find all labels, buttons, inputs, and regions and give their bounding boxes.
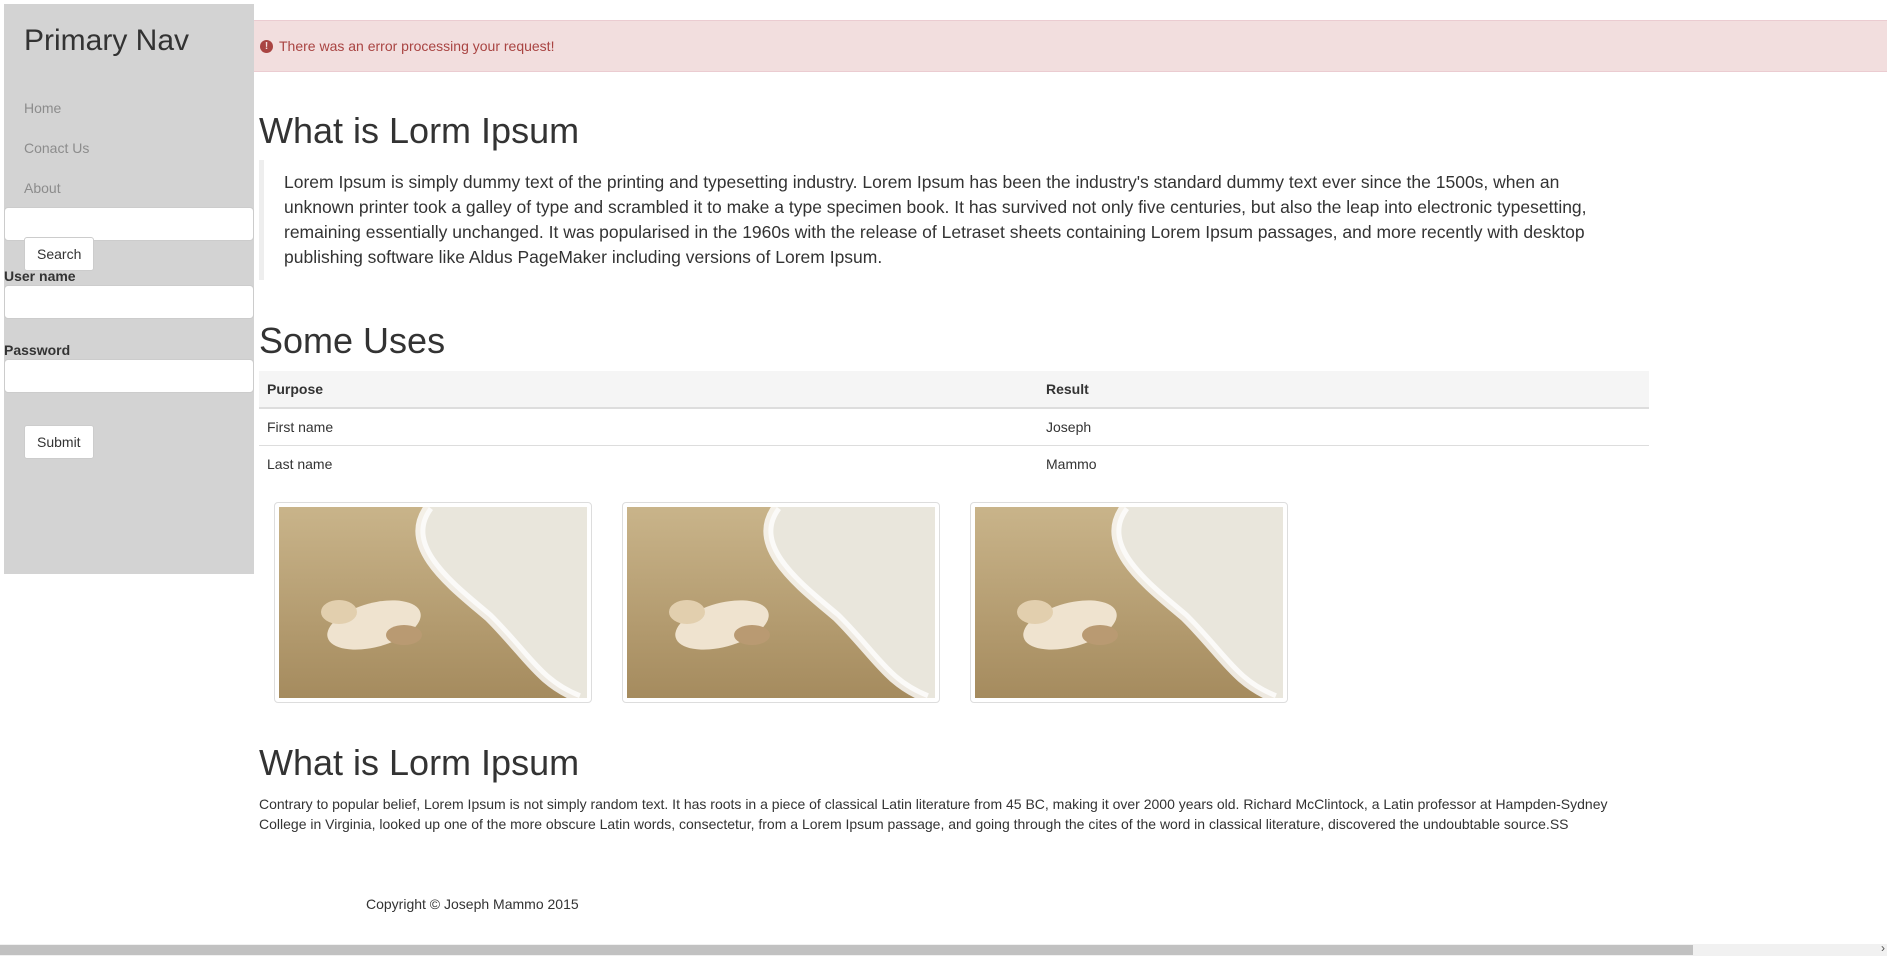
nav-item-contact: Conact Us xyxy=(24,140,89,180)
submit-button[interactable]: Submit xyxy=(24,425,94,459)
gallery-thumbnail-2[interactable] xyxy=(622,502,940,703)
table-cell: Last name xyxy=(267,455,333,472)
section-heading-1: What is Lorm Ipsum xyxy=(259,110,580,151)
table-cell: First name xyxy=(259,408,1038,446)
uses-table: Purpose Result First name Joseph Last na… xyxy=(259,371,1649,482)
seashell-image xyxy=(975,507,1283,698)
table-header-purpose: Purpose xyxy=(259,371,1038,409)
seashell-image xyxy=(627,507,935,698)
table-header-row: Purpose Result xyxy=(259,371,1649,409)
search-button[interactable]: Search xyxy=(24,237,95,271)
table-row: First name Joseph xyxy=(259,408,1649,446)
section-heading-3: What is Lorm Ipsum xyxy=(259,742,580,783)
gallery-thumbnail-1[interactable] xyxy=(274,502,592,703)
table-cell: Joseph xyxy=(1038,408,1649,446)
intro-quote: Lorem Ipsum is simply dummy text of the … xyxy=(259,160,1619,280)
nav-link-contact[interactable]: Conact Us xyxy=(24,140,89,156)
section-heading-2: Some Uses xyxy=(259,320,446,361)
scrollbar-thumb[interactable] xyxy=(0,945,1693,955)
username-field[interactable] xyxy=(4,285,254,319)
exclamation-circle-icon: ! xyxy=(260,39,273,53)
table-header-result: Result xyxy=(1038,371,1649,409)
nav-link-home[interactable]: Home xyxy=(24,100,61,116)
table-row: Last name Mammo xyxy=(259,445,1649,482)
password-field[interactable] xyxy=(4,359,254,393)
nav-item-home: Home xyxy=(24,100,89,140)
seashell-image xyxy=(279,507,587,698)
password-label: Password xyxy=(4,342,71,358)
username-label: User name xyxy=(4,268,76,284)
primary-nav: Home Conact Us About xyxy=(24,100,89,220)
error-alert: ! There was an error processing your req… xyxy=(254,20,1887,72)
horizontal-scrollbar[interactable]: › xyxy=(0,941,1887,956)
table-cell: Mammo xyxy=(1046,455,1097,472)
alert-message: There was an error processing your reque… xyxy=(279,38,555,54)
footer-copyright: Copyright © Joseph Mammo 2015 xyxy=(366,896,579,912)
nav-link-about[interactable]: About xyxy=(24,180,61,196)
nav-title: Primary Nav xyxy=(24,24,190,57)
gallery-thumbnail-3[interactable] xyxy=(970,502,1288,703)
scroll-right-arrow-icon[interactable]: › xyxy=(1881,941,1885,955)
body-paragraph: Contrary to popular belief, Lorem Ipsum … xyxy=(259,796,1608,832)
search-input[interactable] xyxy=(4,207,254,241)
sidebar: Primary Nav Home Conact Us About Search … xyxy=(4,4,254,574)
